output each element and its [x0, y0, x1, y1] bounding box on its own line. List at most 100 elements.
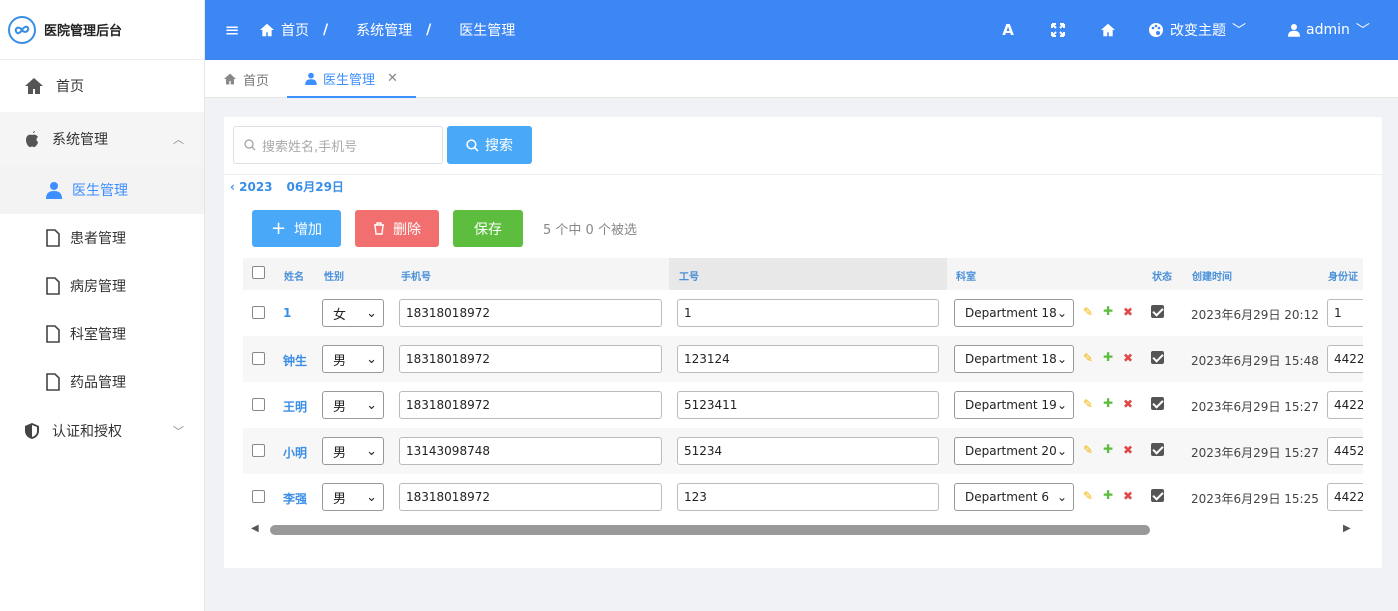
- job-no-input[interactable]: 51234: [677, 437, 939, 465]
- column-header-gender[interactable]: 性别: [324, 268, 344, 283]
- tab-home[interactable]: 首页: [205, 60, 287, 98]
- sidebar-item-home[interactable]: 首页: [0, 60, 204, 112]
- phone-input[interactable]: 13143098748: [399, 437, 662, 465]
- status-checkbox[interactable]: [1151, 305, 1164, 318]
- scroll-thumb[interactable]: [270, 525, 1150, 535]
- department-select[interactable]: Department 6 ⌄: [954, 483, 1074, 511]
- fullscreen-icon[interactable]: [1033, 23, 1083, 37]
- edit-icon[interactable]: ✎: [1083, 443, 1093, 457]
- sidebar-item-drug[interactable]: 药品管理: [0, 358, 204, 406]
- table-row: 王明 男 ⌄ 18318018972 5123411 Department 19 ⌄…: [243, 382, 1363, 428]
- search-button[interactable]: 搜索: [447, 126, 532, 164]
- search-input[interactable]: 搜索姓名,手机号: [233, 126, 443, 164]
- add-related-icon[interactable]: ✚: [1103, 488, 1113, 502]
- column-header-name[interactable]: 姓名: [284, 268, 304, 283]
- remove-icon[interactable]: ✖: [1123, 443, 1133, 457]
- sidebar-item-patient[interactable]: 患者管理: [0, 214, 204, 262]
- column-header-job-no[interactable]: 工号: [679, 268, 699, 283]
- gender-select[interactable]: 男 ⌄: [322, 437, 384, 465]
- home-button-icon[interactable]: [1083, 23, 1133, 37]
- row-checkbox[interactable]: [252, 444, 265, 457]
- date-prev-link[interactable]: ‹ 2023: [230, 180, 273, 194]
- status-checkbox[interactable]: [1151, 489, 1164, 502]
- edit-icon[interactable]: ✎: [1083, 397, 1093, 411]
- row-checkbox[interactable]: [252, 398, 265, 411]
- gender-select[interactable]: 男 ⌄: [322, 483, 384, 511]
- gender-select[interactable]: 男 ⌄: [322, 391, 384, 419]
- menu-toggle-icon[interactable]: ≡: [205, 20, 259, 41]
- gender-select[interactable]: 男 ⌄: [322, 345, 384, 373]
- phone-input[interactable]: 18318018972: [399, 391, 662, 419]
- row-name-link[interactable]: 钟生: [283, 352, 307, 369]
- phone-input[interactable]: 18318018972: [399, 345, 662, 373]
- job-no-input[interactable]: 5123411: [677, 391, 939, 419]
- add-related-icon[interactable]: ✚: [1103, 442, 1113, 456]
- sidebar-item-doctor[interactable]: 医生管理: [0, 166, 204, 214]
- job-no-input[interactable]: 123124: [677, 345, 939, 373]
- remove-icon[interactable]: ✖: [1123, 305, 1133, 319]
- row-checkbox[interactable]: [252, 352, 265, 365]
- row-checkbox[interactable]: [252, 490, 265, 503]
- phone-input[interactable]: 18318018972: [399, 483, 662, 511]
- close-icon[interactable]: ✕: [387, 71, 398, 86]
- column-header-status[interactable]: 状态: [1152, 268, 1172, 283]
- breadcrumb-system[interactable]: 系统管理: [356, 20, 412, 40]
- sidebar-item-department[interactable]: 科室管理: [0, 310, 204, 358]
- edit-icon[interactable]: ✎: [1083, 489, 1093, 503]
- id-card-input[interactable]: 4422: [1327, 345, 1363, 373]
- id-card-input[interactable]: 4452: [1327, 437, 1363, 465]
- status-checkbox[interactable]: [1151, 397, 1164, 410]
- id-card-input[interactable]: 4422: [1327, 483, 1363, 511]
- horizontal-scrollbar[interactable]: ◀ ▶: [243, 520, 1363, 540]
- remove-icon[interactable]: ✖: [1123, 351, 1133, 365]
- edit-icon[interactable]: ✎: [1083, 305, 1093, 319]
- department-select[interactable]: Department 20 ⌄: [954, 437, 1074, 465]
- select-all-checkbox[interactable]: [252, 266, 265, 279]
- delete-button[interactable]: 删除: [355, 210, 439, 247]
- add-related-icon[interactable]: ✚: [1103, 396, 1113, 410]
- add-button[interactable]: + 增加: [252, 210, 341, 247]
- department-select[interactable]: Department 18 ⌄: [954, 299, 1074, 327]
- row-name-link[interactable]: 小明: [283, 444, 307, 461]
- status-checkbox[interactable]: [1151, 443, 1164, 456]
- column-header-department[interactable]: 科室: [956, 268, 976, 283]
- gender-select[interactable]: 女 ⌄: [322, 299, 384, 327]
- id-card-input[interactable]: 1: [1327, 299, 1363, 327]
- save-button[interactable]: 保存: [453, 210, 523, 247]
- column-header-phone[interactable]: 手机号: [401, 268, 431, 283]
- job-no-input[interactable]: 1: [677, 299, 939, 327]
- column-header-id-card[interactable]: 身份证: [1328, 268, 1358, 283]
- add-related-icon[interactable]: ✚: [1103, 350, 1113, 364]
- breadcrumb-doctor: 医生管理: [459, 23, 516, 39]
- sidebar-item-auth[interactable]: 认证和授权 ﹀: [0, 406, 204, 456]
- add-related-icon[interactable]: ✚: [1103, 304, 1113, 318]
- date-current[interactable]: 06月29日: [287, 178, 344, 195]
- remove-icon[interactable]: ✖: [1123, 489, 1133, 503]
- user-dropdown[interactable]: admin ﹀: [1288, 20, 1398, 40]
- chevron-down-icon: ⌄: [366, 489, 377, 505]
- home-icon: [25, 78, 43, 94]
- theme-dropdown[interactable]: 改变主题 ﹀: [1148, 20, 1288, 40]
- id-card-input[interactable]: 4422: [1327, 391, 1363, 419]
- phone-input[interactable]: 18318018972: [399, 299, 662, 327]
- scroll-left-icon[interactable]: ◀: [251, 523, 259, 534]
- font-size-button[interactable]: A: [983, 21, 1033, 39]
- sidebar-item-ward[interactable]: 病房管理: [0, 262, 204, 310]
- chevron-down-icon: ﹀: [1232, 23, 1246, 39]
- tab-doctor[interactable]: 医生管理 ✕: [287, 60, 416, 98]
- row-checkbox[interactable]: [252, 306, 265, 319]
- status-checkbox[interactable]: [1151, 351, 1164, 364]
- column-header-created[interactable]: 创建时间: [1192, 268, 1232, 283]
- row-name-link[interactable]: 1: [283, 306, 291, 320]
- chevron-down-icon: ⌄: [366, 443, 377, 459]
- row-name-link[interactable]: 王明: [283, 398, 307, 415]
- department-select[interactable]: Department 18 ⌄: [954, 345, 1074, 373]
- edit-icon[interactable]: ✎: [1083, 351, 1093, 365]
- department-select[interactable]: Department 19 ⌄: [954, 391, 1074, 419]
- scroll-right-icon[interactable]: ▶: [1343, 523, 1351, 534]
- sidebar-item-system[interactable]: 系统管理 ︿: [0, 112, 204, 166]
- remove-icon[interactable]: ✖: [1123, 397, 1133, 411]
- row-name-link[interactable]: 李强: [283, 490, 307, 507]
- job-no-input[interactable]: 123: [677, 483, 939, 511]
- breadcrumb-home[interactable]: 首页: [259, 20, 309, 40]
